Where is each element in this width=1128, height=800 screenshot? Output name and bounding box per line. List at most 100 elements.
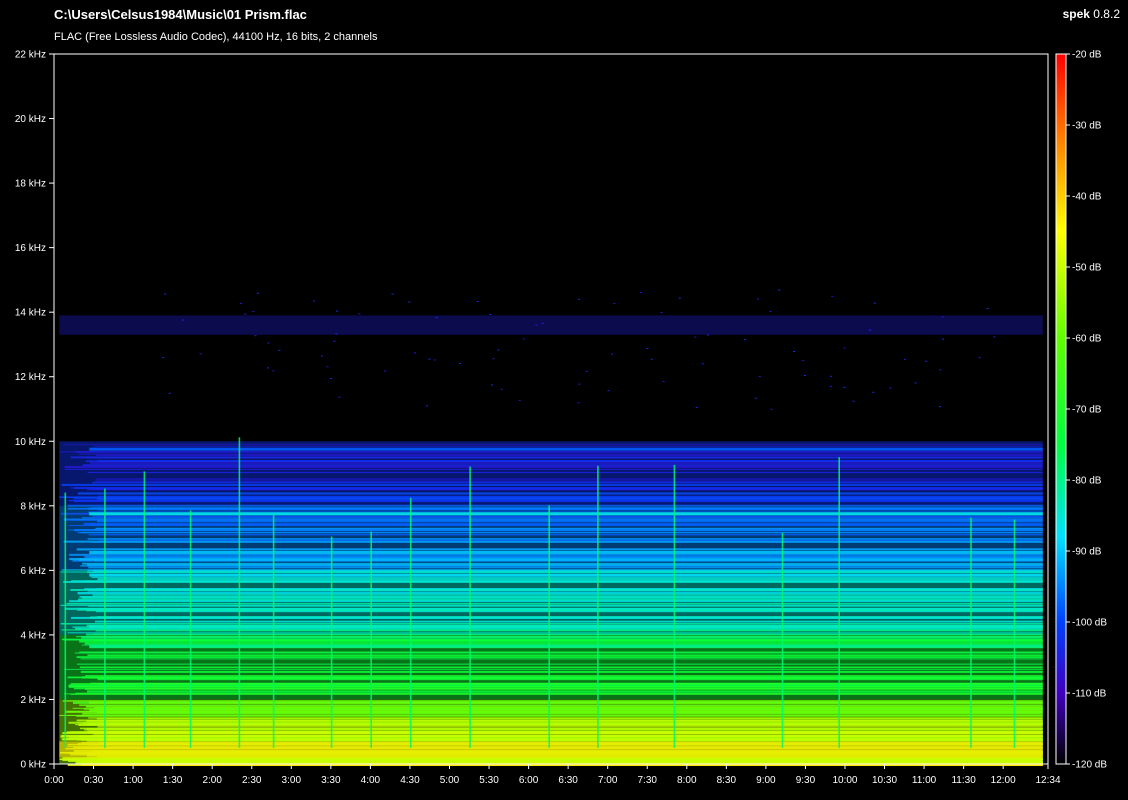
db-tick-label: -80 dB (1072, 476, 1102, 487)
db-tick-label: -20 dB (1072, 50, 1102, 61)
hf-noise (942, 338, 944, 340)
hf-noise (770, 408, 773, 410)
hf-noise (941, 316, 944, 318)
hf-noise (843, 386, 846, 388)
hf-noise (646, 348, 649, 349)
hf-noise (256, 292, 259, 294)
transient (189, 510, 192, 748)
energy-band (59, 505, 1043, 571)
y-tick-label: 20 kHz (15, 114, 46, 125)
hf-noise (492, 358, 495, 360)
hf-noise (986, 308, 989, 310)
hf-noise (914, 382, 917, 384)
hf-noise (831, 295, 834, 297)
hf-noise (868, 329, 871, 331)
hf-noise (199, 353, 202, 355)
hf-noise (939, 369, 942, 371)
hf-noise (333, 340, 336, 342)
x-tick-label: 2:30 (242, 775, 262, 786)
hf-noise (491, 384, 493, 386)
x-tick-label: 12:00 (991, 775, 1016, 786)
x-tick-label: 4:00 (361, 775, 381, 786)
transient (838, 457, 840, 748)
hf-noise (802, 359, 805, 361)
x-tick-label: 6:30 (558, 775, 578, 786)
x-tick-label: 11:00 (912, 775, 937, 786)
tonal-line (89, 644, 1043, 648)
db-tick-label: -90 dB (1072, 547, 1102, 558)
x-tick-label: 3:30 (321, 775, 341, 786)
energy-band (59, 441, 1043, 506)
hf-noise (852, 400, 855, 402)
hf-noise (694, 336, 697, 338)
hf-noise (585, 370, 588, 372)
transient (1013, 519, 1016, 748)
hf-noise (239, 302, 242, 304)
y-tick-label: 12 kHz (15, 372, 46, 383)
db-tick-label: -40 dB (1072, 192, 1102, 203)
hf-noise (778, 289, 781, 291)
transient (409, 497, 412, 748)
hf-noise (244, 313, 247, 315)
y-tick-label: 6 kHz (20, 566, 46, 577)
hf-noise (843, 347, 846, 349)
hf-noise (335, 333, 338, 335)
transient (370, 531, 372, 748)
x-tick-label: 1:00 (123, 775, 143, 786)
x-tick-label: 7:30 (638, 775, 658, 786)
low-freq-band (59, 741, 1043, 758)
hf-noise (803, 375, 806, 376)
tonal-line (89, 625, 1043, 629)
hf-noise (384, 370, 387, 372)
hf-noise (254, 335, 257, 337)
hf-noise (707, 334, 710, 336)
db-tick-label: -110 dB (1072, 689, 1107, 700)
hf-noise (830, 375, 832, 377)
hf-noise (413, 352, 416, 354)
db-tick-label: -30 dB (1072, 121, 1102, 132)
db-tick-label: -70 dB (1072, 405, 1102, 416)
tonal-line (89, 512, 1043, 516)
hf-noise (168, 392, 171, 394)
hf-noise (793, 351, 796, 352)
hf-noise (872, 391, 875, 393)
transient (469, 466, 471, 748)
hf-noise (662, 381, 665, 383)
hf-noise (754, 397, 757, 399)
x-tick-label: 10:00 (832, 775, 857, 786)
hf-noise (458, 363, 461, 364)
transient (781, 532, 784, 748)
hf-noise (577, 402, 580, 404)
hf-noise (639, 292, 642, 293)
spectrogram-chart: 0 kHz 2 kHz 4 kHz 6 kHz 8 kHz 10 kHz 12 kHz 14 … (15, 50, 1107, 787)
transient (104, 488, 106, 748)
hf-noise (978, 357, 981, 359)
hf-noise (695, 407, 698, 408)
transient (548, 505, 550, 748)
hf-noise (489, 314, 492, 315)
y-tick-label: 16 kHz (15, 243, 46, 254)
x-tick-label: 3:00 (282, 775, 302, 786)
y-tick-label: 0 kHz (20, 760, 46, 771)
transient (673, 464, 676, 748)
db-tick-label: -50 dB (1072, 263, 1102, 274)
hf-noise (164, 293, 167, 295)
x-tick-label: 8:00 (677, 775, 697, 786)
hf-noise (330, 378, 333, 380)
db-color-bar (1055, 53, 1067, 765)
transient (330, 536, 333, 748)
x-tick-label: 1:30 (163, 775, 183, 786)
hf-noise (678, 297, 681, 299)
hf-noise (326, 366, 329, 368)
x-tick-label: 7:00 (598, 775, 618, 786)
y-tick-label: 8 kHz (20, 501, 46, 512)
hf-noise (924, 360, 927, 362)
tonal-line (89, 447, 1043, 451)
y-tick-label: 14 kHz (15, 308, 46, 319)
hf-noise (903, 358, 906, 360)
hf-noise (267, 367, 270, 369)
hf-noise (613, 303, 616, 305)
hf-noise (522, 338, 525, 340)
hf-noise (744, 339, 747, 341)
hf-noise (993, 336, 996, 338)
